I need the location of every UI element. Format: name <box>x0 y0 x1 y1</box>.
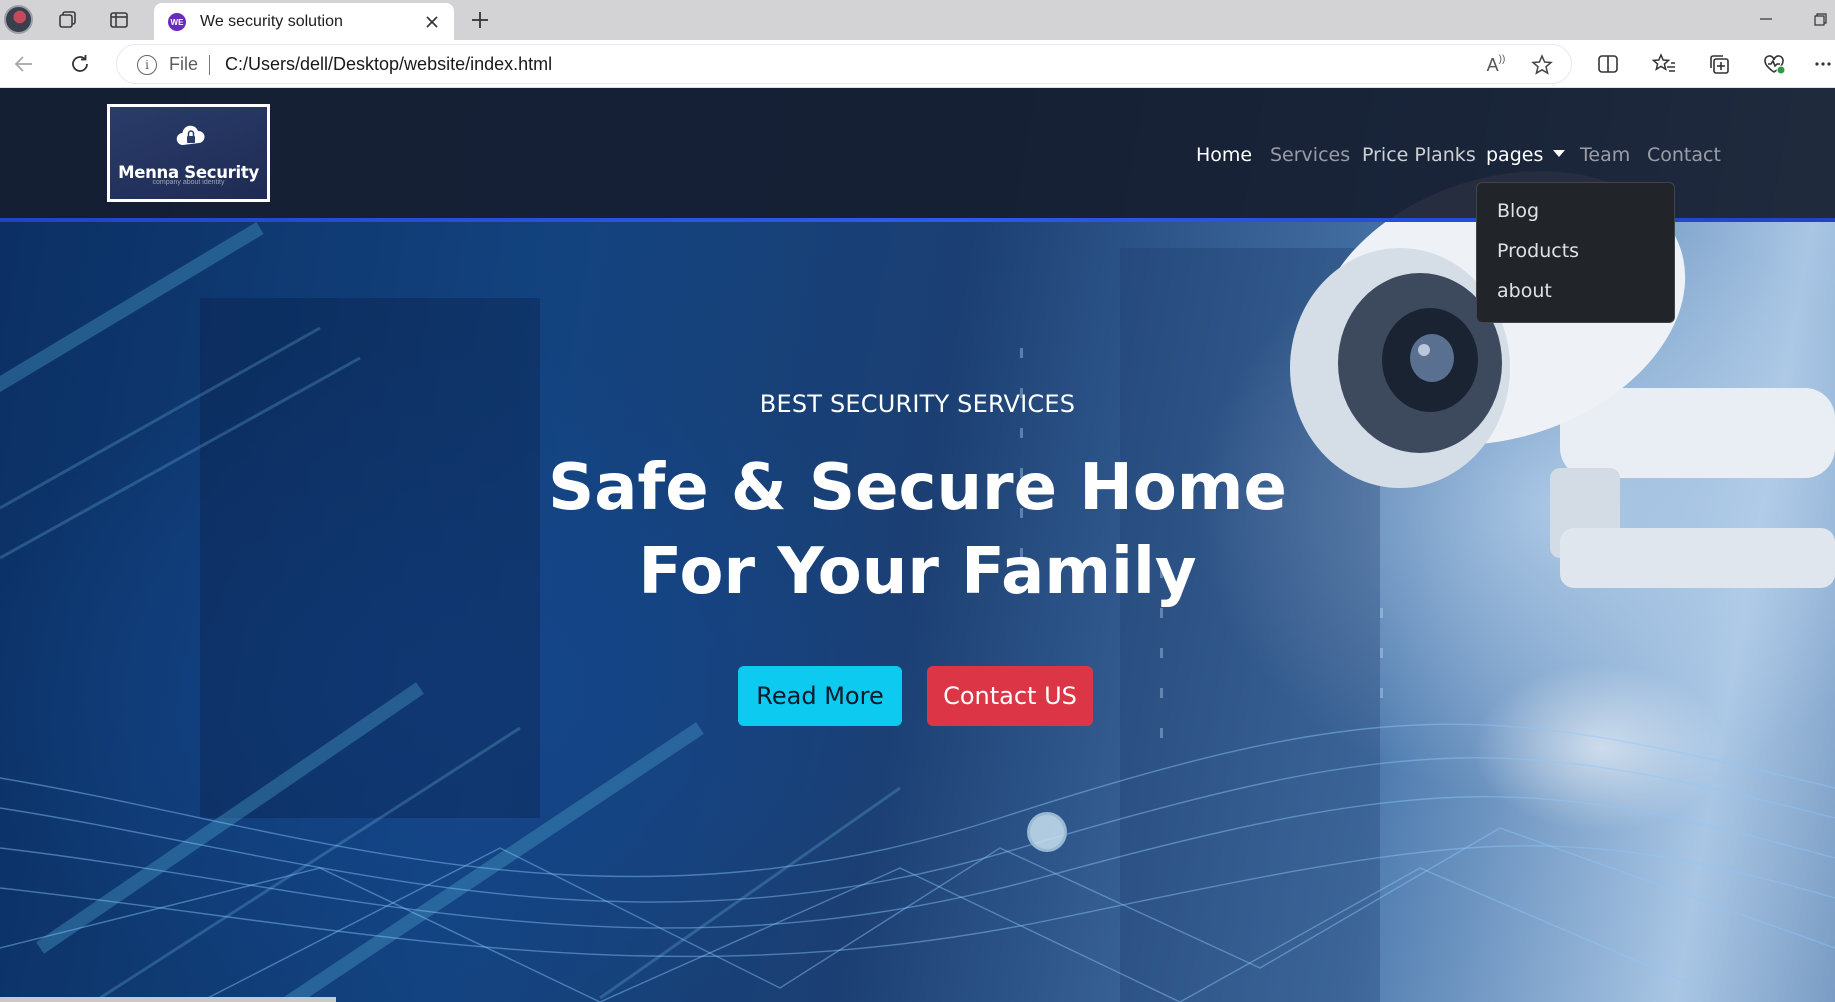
browser-tab-strip: WE We security solution <box>0 0 1835 40</box>
address-bar[interactable]: i File C:/Users/dell/Desktop/website/ind… <box>116 44 1572 84</box>
nav-home[interactable]: Home <box>1196 144 1252 166</box>
restore-window-icon[interactable] <box>1805 5 1835 33</box>
refresh-icon[interactable] <box>64 49 96 79</box>
hero-title-line-2: For Your Family <box>638 535 1197 609</box>
workspaces-icon[interactable] <box>53 6 81 34</box>
dropdown-item-about[interactable]: about <box>1477 279 1674 319</box>
floating-bubble <box>1027 812 1067 852</box>
read-more-button[interactable]: Read More <box>738 666 902 726</box>
brand-tagline: company about identity <box>152 179 225 186</box>
active-tab[interactable]: WE We security solution <box>154 3 454 40</box>
dropdown-item-blog[interactable]: Blog <box>1477 199 1674 239</box>
read-aloud-label: A <box>1486 54 1499 75</box>
minimize-window-icon[interactable] <box>1751 5 1781 33</box>
nav-services[interactable]: Services <box>1270 144 1350 166</box>
nav-pages-dropdown[interactable]: pages <box>1486 144 1566 166</box>
pages-dropdown-menu: Blog Products about <box>1476 182 1675 323</box>
dropdown-item-products[interactable]: Products <box>1477 239 1674 279</box>
hero-title-line-1: Safe & Secure Home <box>548 451 1287 525</box>
more-menu-icon[interactable] <box>1812 49 1834 79</box>
browser-toolbar: i File C:/Users/dell/Desktop/website/ind… <box>0 40 1835 88</box>
horizontal-scrollbar[interactable] <box>0 997 336 1002</box>
page-viewport: Menna Security company about identity Ho… <box>0 88 1835 1002</box>
hero-subtitle: BEST SECURITY SERVICES <box>759 390 1076 418</box>
profile-avatar[interactable] <box>4 5 33 34</box>
nav-team[interactable]: Team <box>1580 144 1630 166</box>
vertical-tabs-icon[interactable] <box>105 6 133 34</box>
contact-us-button[interactable]: Contact US <box>927 666 1093 726</box>
split-screen-icon[interactable] <box>1592 49 1624 79</box>
back-icon[interactable] <box>8 49 40 79</box>
address-separator <box>209 55 210 75</box>
caret-down-icon <box>1553 150 1566 157</box>
address-scheme-label: File <box>169 54 199 74</box>
hero-title: Safe & Secure Home For Your Family <box>0 446 1835 614</box>
nav-pages-label: pages <box>1486 144 1544 166</box>
favorite-star-icon[interactable] <box>1529 53 1555 77</box>
nav-price-planks[interactable]: Price Planks <box>1362 144 1476 166</box>
close-tab-icon[interactable] <box>420 10 444 34</box>
browser-essentials-icon[interactable] <box>1758 49 1790 79</box>
nav-contact[interactable]: Contact <box>1647 144 1721 166</box>
new-tab-icon[interactable] <box>466 6 494 34</box>
cloud-lock-icon <box>176 125 205 146</box>
site-info-icon[interactable]: i <box>137 55 157 75</box>
collections-icon[interactable] <box>1703 49 1735 79</box>
tab-title: We security solution <box>200 13 343 30</box>
brand-logo[interactable]: Menna Security company about identity <box>107 104 270 202</box>
read-aloud-icon[interactable]: A)) <box>1483 53 1509 77</box>
tab-favicon-icon: WE <box>168 13 186 31</box>
favorites-icon[interactable] <box>1648 49 1680 79</box>
address-url[interactable]: C:/Users/dell/Desktop/website/index.html <box>225 54 552 75</box>
